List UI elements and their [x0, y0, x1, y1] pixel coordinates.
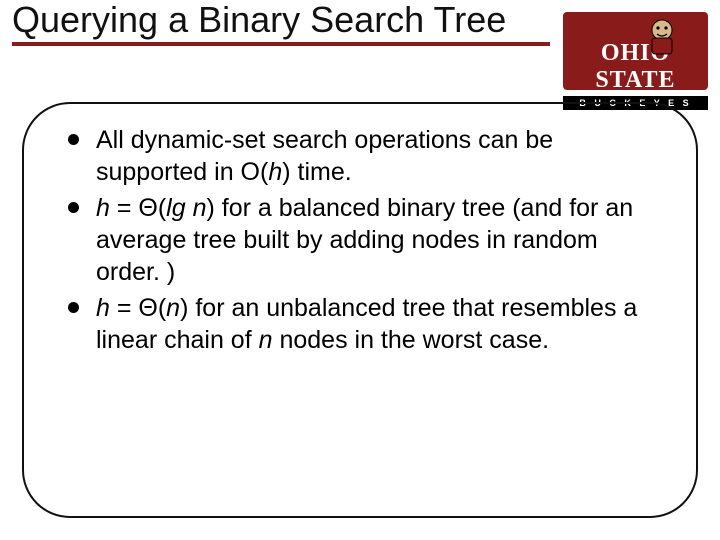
- ohio-state-logo: OHIO STATE B U C K E Y E S: [563, 12, 708, 90]
- bullet-list: All dynamic-set search operations can be…: [68, 124, 662, 356]
- text: = Θ(: [110, 194, 166, 222]
- text: ) time.: [282, 158, 351, 186]
- text: nodes in the worst case.: [273, 326, 550, 354]
- brutus-icon: [640, 16, 684, 60]
- text-italic: h: [268, 158, 282, 186]
- text: = Θ(: [110, 294, 166, 322]
- bullet-2: h = Θ(lg n) for a balanced binary tree (…: [68, 192, 662, 288]
- text-italic: n: [259, 326, 273, 354]
- text-italic: n: [166, 294, 180, 322]
- bullet-3: h = Θ(n) for an unbalanced tree that res…: [68, 292, 662, 356]
- text-italic: h: [96, 294, 110, 322]
- bullet-1: All dynamic-set search operations can be…: [68, 124, 662, 188]
- slide-title: Querying a Binary Search Tree: [12, 0, 550, 40]
- text-italic: h: [96, 194, 110, 222]
- logo-name: OHIO STATE: [563, 40, 708, 94]
- title-block: Querying a Binary Search Tree: [12, 0, 550, 46]
- content-card: All dynamic-set search operations can be…: [22, 102, 698, 518]
- text-italic: lg n: [166, 194, 206, 222]
